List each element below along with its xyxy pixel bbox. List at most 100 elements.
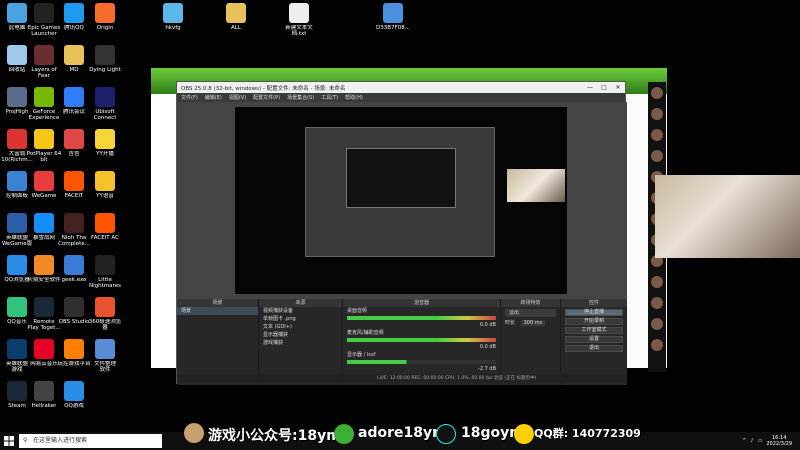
studio-mode-button[interactable]: 工作室模式	[565, 327, 623, 334]
chat-avatar[interactable]	[651, 318, 663, 330]
exit-button[interactable]: 退出	[565, 345, 623, 352]
start-recording-button[interactable]: 开始录制	[565, 318, 623, 325]
app-icon	[64, 255, 84, 275]
desktop-icon[interactable]: QQ游戏	[53, 378, 95, 426]
volume-meter[interactable]	[347, 360, 496, 364]
obs-statusbar: LIVE: 12:00:00 REC: 00:00:00 CPU: 1.0%, …	[177, 374, 627, 383]
source-item[interactable]: 游戏捕获	[259, 339, 342, 347]
desktop-icon[interactable]: ALL	[215, 0, 257, 48]
search-icon: ⚲	[23, 437, 28, 444]
chat-avatar[interactable]	[651, 276, 663, 288]
app-icon	[95, 213, 115, 233]
chat-avatar[interactable]	[651, 87, 663, 99]
menu-view[interactable]: 视图(V)	[229, 94, 246, 101]
desktop-icon[interactable]: 新建文本文 档.txt	[278, 0, 320, 48]
minimize-icon[interactable]: —	[583, 84, 597, 91]
source-item[interactable]: 单帧图卡 .png	[259, 315, 342, 323]
desktop-icon-label: 暴雪战网	[32, 235, 55, 241]
app-icon	[64, 213, 84, 233]
desktop-icon[interactable]: Ubisoft Connect	[84, 84, 126, 132]
obs-window-title: OBS 25.0.8 (32-bit, windows) - 配置文件: 未命名…	[181, 85, 346, 92]
speaker-icon[interactable]: ♪	[750, 438, 753, 444]
nested-preview	[346, 148, 456, 208]
app-icon	[64, 45, 84, 65]
mixer-db: -2.7 dB	[478, 366, 496, 372]
streamer-avatar-icon	[184, 423, 204, 443]
desktop-icon[interactable]: FACEIT AC	[84, 210, 126, 258]
app-icon	[95, 45, 115, 65]
obs-preview[interactable]	[177, 102, 627, 299]
stream-overlay: 游戏小公众号:18ym adore18ym 18goym QQ群: 140772…	[178, 421, 641, 450]
taskbar-search[interactable]: ⚲ 在这里输入进行搜索	[19, 434, 162, 448]
desktop-icon-label: 新建文本文 档.txt	[285, 25, 313, 37]
desktop-icon-label: 吉吉	[68, 151, 80, 157]
volume-meter[interactable]	[347, 338, 496, 342]
clock[interactable]: 16:14 2022/3/29	[766, 435, 792, 447]
app-icon	[34, 3, 54, 23]
desktop-icon-label: ALL	[231, 25, 241, 31]
transition-select[interactable]: 淡出	[505, 309, 556, 317]
preview-webcam	[507, 169, 565, 202]
volume-meter[interactable]	[347, 316, 496, 320]
desktop-icon[interactable]: YY语音	[84, 168, 126, 216]
app-icon	[34, 87, 54, 107]
desktop-icon[interactable]: 文件整理 软件	[84, 336, 126, 384]
app-icon	[289, 3, 309, 23]
desktop-icon[interactable]: 360极速浏览 器	[84, 294, 126, 342]
menu-help[interactable]: 帮助(H)	[345, 94, 363, 101]
desktop-icon-label: 腾讯QQ	[64, 25, 84, 31]
duration-label: 时长	[505, 320, 516, 326]
source-item[interactable]: 视频捕获设备	[259, 307, 342, 315]
windows-start-icon[interactable]	[4, 436, 14, 446]
desktop-icon[interactable]: hkvfg	[152, 0, 194, 48]
close-icon[interactable]: ✕	[611, 84, 625, 91]
desktop-icon[interactable]: D33B7F08...	[372, 0, 414, 48]
chat-avatar[interactable]	[651, 129, 663, 141]
overlay-qq: QQ群: 140772309	[534, 427, 641, 440]
scene-item[interactable]: 场景	[177, 307, 258, 315]
app-icon	[95, 255, 115, 275]
nested-obs-window	[305, 127, 495, 257]
desktop-icon[interactable]: YY开播	[84, 126, 126, 174]
desktop-icon-label: YY开播	[96, 151, 114, 157]
app-icon	[34, 255, 54, 275]
obs-docks: 场景 场景 来源 视频捕获设备 单帧图卡 .png 文本 (GDI+) 显示器捕…	[177, 299, 627, 385]
chevron-up-icon[interactable]: ^	[742, 438, 746, 444]
menu-profile[interactable]: 配置文件(P)	[253, 94, 280, 101]
desktop-icon-label: QQ游戏	[64, 403, 84, 409]
transitions-dock: 转场特效 淡出 时长 300 ms	[501, 299, 561, 385]
source-item[interactable]: 文本 (GDI+)	[259, 323, 342, 331]
menu-file[interactable]: 文件(F)	[181, 94, 198, 101]
settings-button[interactable]: 设置	[565, 336, 623, 343]
mixer-title: 混音器	[343, 299, 500, 307]
network-icon[interactable]: ▭	[758, 438, 763, 444]
chat-avatar[interactable]	[651, 339, 663, 351]
desktop-icon-label: Origin	[96, 25, 114, 31]
chat-avatar[interactable]	[651, 297, 663, 309]
desktop-icon-label: 文件整理 软件	[93, 361, 116, 373]
duration-input[interactable]: 300 ms	[520, 320, 546, 326]
wechat-icon	[334, 424, 354, 444]
app-icon	[64, 129, 84, 149]
obs-menubar: 文件(F) 编辑(E) 视图(V) 配置文件(P) 场景集合(S) 工具(T) …	[177, 93, 625, 102]
desktop-icon[interactable]: Little Nightmares	[84, 252, 126, 300]
obs-window[interactable]: OBS 25.0.8 (32-bit, windows) - 配置文件: 未命名…	[176, 81, 627, 385]
desktop-icon[interactable]: Dying Light	[84, 42, 126, 90]
desktop-icon-label: FACEIT	[64, 193, 84, 199]
app-icon	[95, 339, 115, 359]
maximize-icon[interactable]: □	[597, 84, 611, 91]
menu-edit[interactable]: 编辑(E)	[205, 94, 222, 101]
mixer-track-name: 桌面音频	[347, 308, 368, 314]
app-icon	[34, 297, 54, 317]
chat-avatar[interactable]	[651, 108, 663, 120]
mixer-db: 0.0 dB	[479, 322, 496, 328]
menu-scene-collection[interactable]: 场景集合(S)	[287, 94, 314, 101]
chat-avatar[interactable]	[651, 150, 663, 162]
app-icon	[383, 3, 403, 23]
menu-tools[interactable]: 工具(T)	[321, 94, 338, 101]
source-item[interactable]: 显示器捕获	[259, 331, 342, 339]
desktop-icon[interactable]: Origin	[84, 0, 126, 48]
desktop-icon-label: YY语音	[96, 193, 114, 199]
stop-streaming-button[interactable]: 停止直播	[565, 309, 623, 316]
app-icon	[64, 3, 84, 23]
